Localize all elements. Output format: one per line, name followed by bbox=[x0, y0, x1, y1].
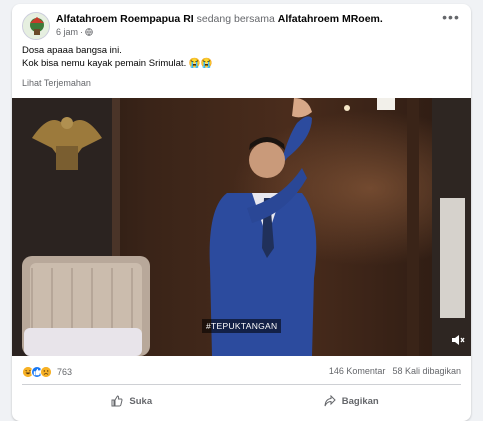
post-header: Alfatahroem Roempapua RI sedang bersama … bbox=[22, 10, 461, 42]
avatar-image bbox=[23, 13, 49, 39]
author-name[interactable]: Alfatahroem Roempapua RI bbox=[56, 13, 194, 25]
reactions-count: 763 bbox=[57, 367, 73, 377]
divider bbox=[22, 384, 461, 385]
video-player[interactable]: #TEPUKTANGAN bbox=[12, 98, 471, 356]
share-button[interactable]: Bagikan bbox=[242, 388, 462, 414]
volume-mute-icon[interactable] bbox=[451, 334, 465, 346]
post-stats: 763 146 Komentar 58 Kali dibagikan bbox=[22, 366, 461, 380]
meta-separator: · bbox=[80, 27, 84, 37]
with-text: sedang bersama bbox=[196, 13, 275, 25]
post-card: Alfatahroem Roempapua RI sedang bersama … bbox=[12, 4, 471, 421]
see-translation-link[interactable]: Lihat Terjemahan bbox=[22, 78, 91, 88]
video-hashtag-caption: #TEPUKTANGAN bbox=[202, 319, 282, 333]
more-options-icon[interactable]: ••• bbox=[441, 10, 461, 27]
action-bar: Suka Bagikan bbox=[22, 388, 461, 414]
share-label: Bagikan bbox=[341, 395, 379, 407]
post-text: Dosa apaaa bangsa ini. Kok bisa nemu kay… bbox=[22, 44, 213, 70]
post-meta: 6 jam · bbox=[56, 27, 93, 37]
tagged-name[interactable]: Alfatahroem MRoem. bbox=[278, 13, 383, 25]
engagement-counts: 146 Komentar 58 Kali dibagikan bbox=[329, 366, 461, 376]
globe-icon bbox=[85, 28, 93, 36]
comments-count[interactable]: 146 Komentar bbox=[329, 366, 386, 376]
sad-icon bbox=[40, 366, 52, 378]
share-arrow-icon bbox=[324, 395, 336, 407]
like-label: Suka bbox=[129, 395, 153, 407]
reactions-summary[interactable]: 763 bbox=[22, 366, 72, 378]
post-text-line-2: Kok bisa nemu kayak pemain Srimulat. 😭😭 bbox=[22, 58, 213, 69]
header-line: Alfatahroem Roempapua RI sedang bersama … bbox=[56, 13, 383, 26]
armchair bbox=[22, 256, 150, 356]
shares-count[interactable]: 58 Kali dibagikan bbox=[392, 366, 461, 376]
post-text-line-1: Dosa apaaa bangsa ini. bbox=[22, 45, 122, 56]
video-frame bbox=[12, 98, 471, 356]
post-time[interactable]: 6 jam bbox=[56, 27, 78, 37]
thumbs-up-icon bbox=[111, 395, 123, 407]
like-button[interactable]: Suka bbox=[22, 388, 242, 414]
avatar[interactable] bbox=[22, 12, 50, 40]
